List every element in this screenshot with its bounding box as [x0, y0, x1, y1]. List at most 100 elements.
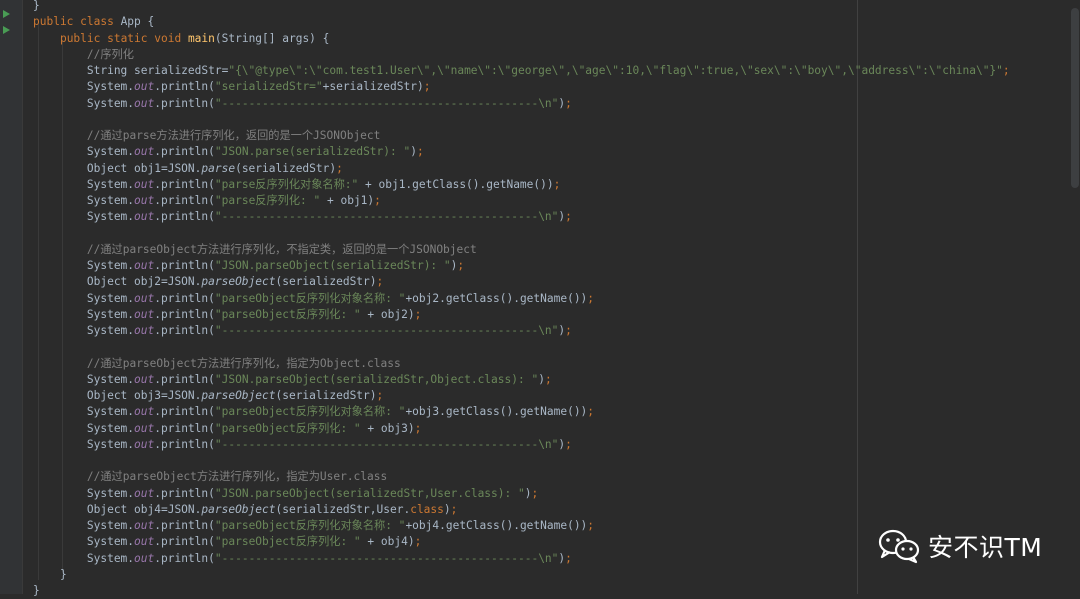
code-token: (serializedStr) [275, 389, 377, 402]
code-token: + obj1.getClass().getName()) [358, 177, 554, 191]
code-token: "JSON.parseObject(serializedStr): " [214, 259, 451, 272]
code-line[interactable]: System.out.println("--------------------… [33, 323, 572, 339]
code-token: out [134, 145, 155, 159]
code-token: System. [33, 177, 135, 191]
code-line[interactable]: Object obj3=JSON.parseObject(serializedS… [33, 388, 383, 404]
code-token: System. [33, 324, 135, 337]
code-line[interactable]: //通过parse方法进行序列化，返回的是一个JSONObject [33, 128, 381, 144]
code-token: .println( [154, 259, 215, 272]
code-token: "JSON.parse(serializedStr): " [214, 145, 411, 159]
wechat-icon [878, 529, 920, 564]
code-token: ; [553, 177, 561, 191]
code-line[interactable]: Object obj2=JSON.parseObject(serializedS… [33, 274, 383, 290]
code-line[interactable]: } [33, 0, 40, 14]
code-token: out [134, 519, 155, 532]
code-token: ; [376, 275, 384, 289]
code-line[interactable]: public static void main(String[] args) { [33, 31, 329, 47]
code-line[interactable]: //通过parseObject方法进行序列化，指定为Object.class [33, 356, 401, 372]
code-line[interactable]: String serializedStr="{\"@type\":\"com.t… [33, 63, 1010, 79]
code-token: "JSON.parseObject(serializedStr,User.cla… [214, 486, 525, 500]
code-line[interactable]: System.out.println("JSON.parseObject(ser… [33, 258, 464, 274]
code-token: .println( [154, 177, 215, 191]
code-token: ; [414, 421, 422, 435]
code-token: + obj3) [360, 421, 415, 435]
run-main-icon[interactable] [3, 26, 10, 34]
code-line[interactable]: System.out.println("--------------------… [33, 551, 572, 567]
code-line[interactable]: //通过parseObject方法进行序列化，不指定类，返回的是一个JSONOb… [33, 242, 477, 258]
code-line[interactable]: System.out.println("--------------------… [33, 96, 572, 112]
code-token: //通过parse方法进行序列化，返回的是一个JSONObject [33, 129, 381, 142]
code-line[interactable]: System.out.println("parseObject反序列化对象名称:… [33, 518, 594, 534]
code-token: System. [33, 405, 135, 419]
code-line[interactable]: System.out.println("serializedStr="+seri… [33, 79, 431, 95]
code-token: class [410, 502, 444, 516]
code-token: } [33, 0, 40, 12]
code-token: .println( [154, 405, 215, 419]
code-editor[interactable]: } public class App { public static void m… [0, 0, 1080, 597]
code-token: out [134, 194, 155, 207]
code-line[interactable]: System.out.println("parseObject反序列化: " +… [33, 307, 421, 323]
code-token: + obj2) [360, 307, 415, 321]
code-token: //通过parseObject方法进行序列化，指定为User.class [33, 470, 388, 484]
code-line[interactable]: System.out.println("parseObject反序列化: " +… [33, 534, 421, 550]
run-class-icon[interactable] [3, 10, 10, 18]
code-token: .println( [154, 421, 215, 435]
code-line[interactable]: System.out.println("parse反序列化对象名称:" + ob… [33, 177, 560, 193]
code-token: out [134, 535, 155, 549]
code-line[interactable]: System.out.println("parseObject反序列化对象名称:… [33, 291, 594, 307]
code-line[interactable]: System.out.println("JSON.parseObject(ser… [33, 372, 552, 388]
code-token: out [134, 259, 155, 272]
code-token: ) [538, 372, 545, 386]
code-token: .println( [154, 437, 215, 451]
code-line[interactable]: } [33, 583, 40, 599]
code-token: "---------------------------------------… [214, 96, 559, 110]
code-token: out [134, 291, 155, 305]
code-token: ; [336, 161, 343, 175]
scrollbar-thumb[interactable] [1071, 8, 1079, 188]
code-line[interactable]: //序列化 [33, 47, 134, 63]
code-token: "parseObject反序列化: " [214, 307, 361, 321]
code-token: String serializedStr= [33, 64, 229, 77]
code-line[interactable]: //通过parseObject方法进行序列化，指定为User.class [33, 469, 387, 485]
code-token: .println( [154, 535, 215, 549]
code-token: //通过parseObject方法进行序列化，不指定类，返回的是一个JSONOb… [33, 242, 477, 256]
code-token: ; [414, 307, 422, 321]
code-token: out [134, 307, 155, 321]
code-line[interactable]: Object obj1=JSON.parse(serializedStr); [33, 161, 343, 177]
code-token: .println( [154, 96, 215, 110]
code-token: .println( [154, 486, 215, 500]
code-token: out [134, 80, 155, 94]
right-margin-guide [857, 0, 858, 594]
code-line[interactable]: System.out.println("parseObject反序列化: " +… [33, 421, 421, 437]
code-token: System. [33, 535, 135, 549]
code-token: App { [120, 15, 155, 29]
code-token: System. [33, 307, 135, 321]
watermark: 安不识TM [878, 527, 1042, 565]
code-line[interactable]: System.out.println("--------------------… [33, 209, 572, 225]
code-token: out [134, 324, 155, 337]
code-line[interactable]: System.out.println("--------------------… [33, 437, 572, 453]
code-token: ; [565, 437, 572, 451]
code-line[interactable]: public class App { [33, 14, 154, 30]
code-line[interactable]: System.out.println("parse反序列化: " + obj1)… [33, 193, 381, 209]
code-token: Object obj4=JSON. [33, 502, 202, 516]
code-token: out [134, 421, 155, 435]
code-token: "---------------------------------------… [214, 551, 559, 565]
code-line[interactable]: System.out.println("parseObject反序列化对象名称:… [33, 404, 594, 420]
code-token: (serializedStr) [235, 161, 337, 175]
code-token: "parseObject反序列化对象名称: " [214, 405, 406, 419]
code-token: } [33, 567, 67, 581]
code-line[interactable]: System.out.println("JSON.parseObject(ser… [33, 486, 538, 502]
vertical-scrollbar[interactable] [1070, 0, 1080, 594]
code-token: +obj4.getClass().getName()) [405, 519, 588, 532]
code-token: "parseObject反序列化对象名称: " [214, 291, 406, 305]
code-token: ; [587, 519, 595, 532]
code-token: out [134, 486, 155, 500]
code-line[interactable]: } [33, 567, 67, 583]
code-line[interactable]: System.out.println("JSON.parse(serialize… [33, 144, 424, 160]
code-line[interactable]: Object obj4=JSON.parseObject(serializedS… [33, 502, 458, 518]
code-token: ; [416, 145, 424, 159]
code-token: + obj4) [360, 535, 415, 549]
code-token: out [134, 437, 155, 451]
code-token: .println( [154, 210, 215, 224]
